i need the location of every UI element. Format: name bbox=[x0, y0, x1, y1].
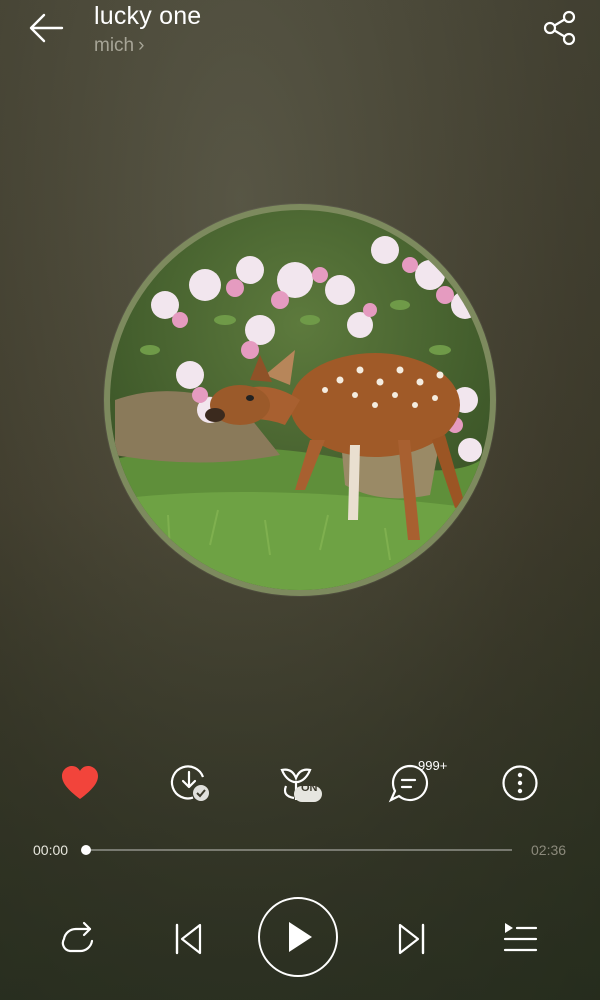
like-button[interactable] bbox=[52, 755, 108, 811]
artist-name: mich bbox=[94, 35, 135, 56]
previous-button[interactable] bbox=[166, 917, 210, 961]
next-button[interactable] bbox=[390, 917, 434, 961]
album-disc[interactable] bbox=[104, 204, 496, 596]
previous-icon bbox=[175, 923, 202, 955]
comment-count-badge: 999+ bbox=[418, 758, 448, 773]
next-icon bbox=[398, 923, 425, 955]
download-button[interactable] bbox=[162, 755, 218, 811]
artist-link[interactable]: mich › bbox=[94, 35, 144, 57]
playlist-button[interactable] bbox=[498, 917, 542, 961]
album-cover bbox=[110, 210, 490, 590]
song-title: lucky one bbox=[94, 2, 202, 30]
playlist-icon bbox=[503, 923, 538, 952]
seek-thumb[interactable] bbox=[81, 845, 91, 855]
more-icon bbox=[502, 765, 538, 801]
play-icon bbox=[289, 922, 312, 952]
header: lucky one mich › bbox=[0, 0, 600, 70]
share-icon bbox=[543, 10, 576, 46]
download-icon bbox=[170, 765, 209, 801]
seek-track[interactable] bbox=[81, 845, 512, 855]
sound-effect-button[interactable]: ON bbox=[272, 755, 332, 811]
sound-effect-badge: ON bbox=[301, 782, 318, 794]
total-time: 02:36 bbox=[531, 842, 567, 858]
play-button[interactable] bbox=[258, 897, 338, 977]
action-bar: ON 999+ bbox=[0, 755, 600, 811]
more-button[interactable] bbox=[492, 755, 548, 811]
current-time: 00:00 bbox=[33, 842, 69, 858]
repeat-button[interactable] bbox=[58, 917, 102, 961]
back-arrow-icon bbox=[29, 13, 64, 43]
heart-icon bbox=[62, 766, 98, 799]
back-button[interactable] bbox=[24, 8, 68, 48]
share-button[interactable] bbox=[540, 8, 580, 48]
playback-controls bbox=[0, 897, 600, 981]
repeat-icon bbox=[61, 921, 94, 953]
chevron-right-icon: › bbox=[138, 35, 145, 56]
progress-bar: 00:00 02:36 bbox=[0, 836, 600, 866]
